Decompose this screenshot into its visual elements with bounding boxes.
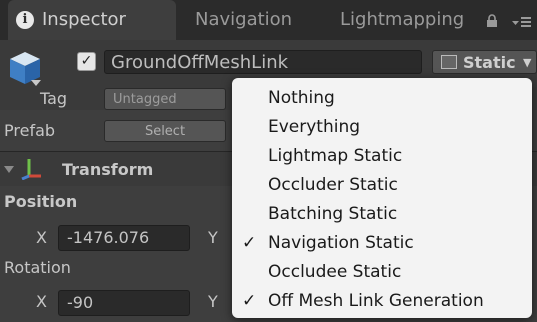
position-x-field[interactable]: -1476.076 [58, 225, 190, 251]
menu-item-batching-static[interactable]: Batching Static [232, 200, 532, 228]
tab-lightmapping[interactable]: Lightmapping [340, 0, 480, 40]
static-label: Static [463, 53, 516, 72]
menu-item-navigation-static[interactable]: ✓ Navigation Static [232, 229, 532, 257]
menu-item-label: Off Mesh Link Generation [268, 291, 484, 311]
menu-item-label: Occludee Static [268, 262, 402, 282]
lock-icon[interactable] [485, 14, 499, 28]
check-icon: ✓ [242, 233, 257, 253]
menu-item-label: Occluder Static [268, 175, 398, 195]
tab-navigation[interactable]: Navigation [195, 0, 315, 40]
tag-label: Tag [40, 89, 68, 108]
static-checkbox-icon [441, 55, 457, 69]
active-checkbox[interactable]: ✓ [77, 52, 96, 71]
menu-item-label: Lightmap Static [268, 146, 403, 166]
tab-lightmapping-label: Lightmapping [340, 9, 465, 30]
menu-item-occluder-static[interactable]: Occluder Static [232, 171, 532, 199]
foldout-arrow-icon[interactable] [4, 164, 14, 174]
prefab-label: Prefab [4, 121, 56, 140]
menu-item-label: Navigation Static [268, 233, 414, 253]
info-icon: i [16, 11, 34, 29]
rotation-x-field[interactable]: -90 [58, 290, 190, 316]
chevron-down-icon[interactable] [30, 78, 42, 88]
check-icon: ✓ [242, 291, 257, 311]
rotation-y-label: Y [208, 292, 218, 311]
menu-item-label: Everything [268, 117, 361, 137]
rotation-label: Rotation [4, 258, 71, 277]
static-dropdown-button[interactable]: Static ▼ [432, 50, 537, 74]
tab-menu-icon[interactable] [512, 15, 532, 29]
rotation-x-label: X [36, 292, 47, 311]
menu-item-everything[interactable]: Everything [232, 113, 532, 141]
transform-axes-icon [21, 159, 41, 180]
position-label: Position [4, 192, 78, 211]
menu-item-off-mesh-link-generation[interactable]: ✓ Off Mesh Link Generation [232, 287, 532, 315]
tab-inspector[interactable]: i Inspector [8, 0, 176, 40]
position-y-label: Y [208, 228, 218, 247]
transform-title: Transform [62, 160, 154, 179]
menu-item-label: Batching Static [268, 204, 398, 224]
menu-item-occludee-static[interactable]: Occludee Static [232, 258, 532, 286]
tab-inspector-label: Inspector [42, 9, 126, 30]
static-flags-menu: Nothing Everything Lightmap Static Occlu… [232, 78, 532, 318]
position-x-label: X [36, 228, 47, 247]
prefab-select-button[interactable]: Select [104, 120, 226, 142]
object-name-field[interactable]: GroundOffMeshLink [104, 50, 422, 74]
tab-navigation-label: Navigation [195, 9, 293, 30]
tag-dropdown[interactable]: Untagged [104, 88, 226, 110]
menu-item-nothing[interactable]: Nothing [232, 84, 532, 112]
menu-item-lightmap-static[interactable]: Lightmap Static [232, 142, 532, 170]
menu-item-label: Nothing [268, 88, 335, 108]
dropdown-arrow-icon: ▼ [523, 56, 532, 69]
